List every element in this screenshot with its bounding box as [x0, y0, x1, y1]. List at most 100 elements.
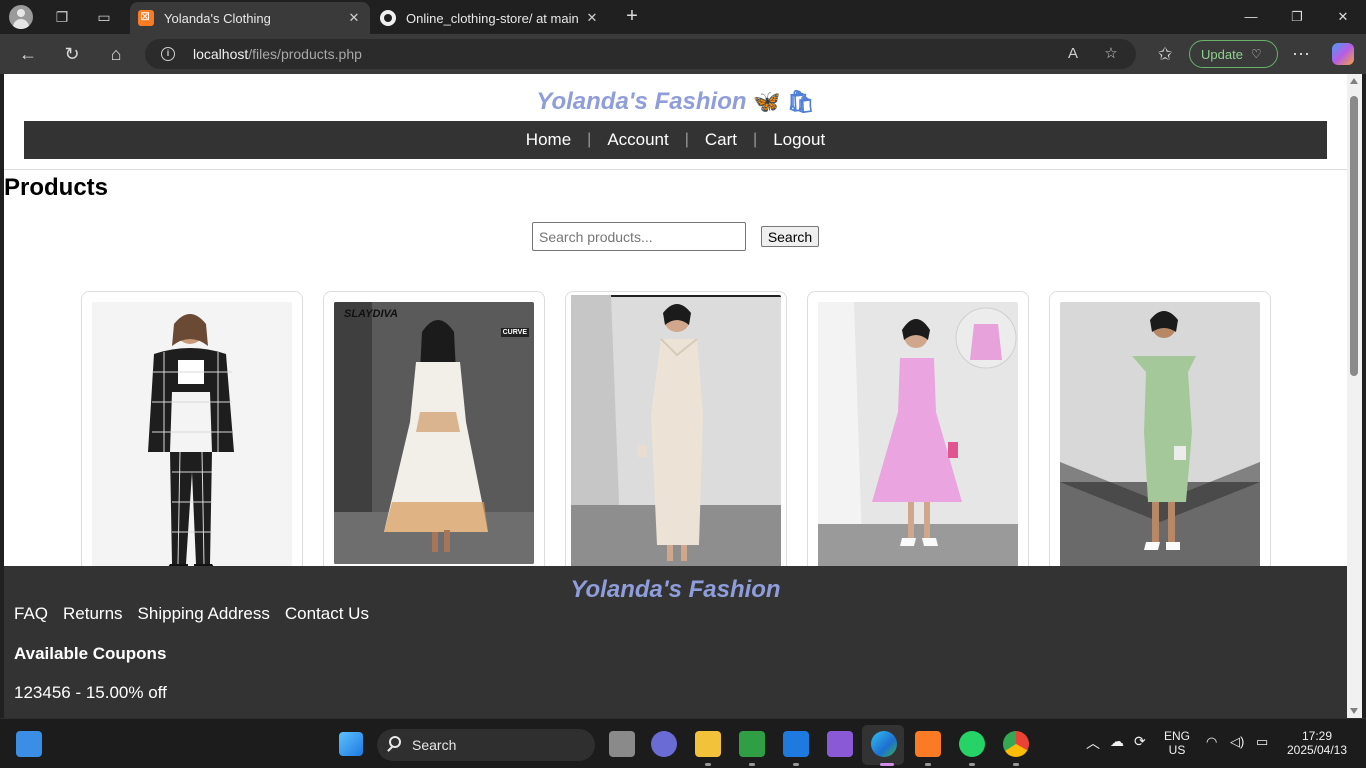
url-text[interactable]: localhost/files/products.php	[193, 46, 362, 62]
page-title: Products	[4, 174, 109, 201]
site-info-icon[interactable]: i	[161, 47, 175, 61]
close-tab-icon[interactable]: ✕	[344, 10, 364, 26]
language-indicator[interactable]: ENG US	[1160, 729, 1194, 757]
product-card[interactable]	[807, 291, 1029, 591]
coupons-heading: Available Coupons	[14, 644, 167, 663]
running-indicator	[925, 763, 931, 766]
nav-account-link[interactable]: Account	[591, 130, 684, 150]
copilot-icon[interactable]	[1332, 43, 1354, 65]
product-image-plaid-suit[interactable]	[92, 302, 292, 582]
profile-avatar-icon[interactable]	[9, 5, 33, 29]
butterfly-shopping-bag-icon: 🦋 🛍	[753, 89, 815, 114]
nav-cart-link[interactable]: Cart	[689, 130, 753, 150]
chrome-icon[interactable]	[1003, 731, 1029, 757]
scroll-up-icon[interactable]	[1350, 78, 1358, 84]
close-window-button[interactable]: ✕	[1320, 6, 1366, 28]
xampp-icon[interactable]	[915, 731, 941, 757]
product-card[interactable]	[81, 291, 303, 591]
battery-icon[interactable]: ▭	[1256, 734, 1268, 750]
product-image-sage-bodycon-dress[interactable]	[1060, 302, 1260, 582]
new-tab-button[interactable]: +	[620, 5, 644, 29]
brand-badge: SLAYDIVA	[344, 308, 398, 320]
windows-start-icon[interactable]	[339, 732, 363, 756]
product-image-white-floral-dress[interactable]: SLAYDIVA CURVE	[334, 302, 534, 564]
tab-title: Online_clothing-store/ at main · Y	[406, 10, 582, 26]
onedrive-icon[interactable]: ☁	[1110, 733, 1124, 750]
favorites-icon[interactable]: ✩	[1151, 42, 1179, 66]
product-card[interactable]: SLAYDIVA CURVE	[323, 291, 545, 591]
footer-title: Yolanda's Fashion	[570, 576, 781, 603]
reload-button[interactable]: ↻	[58, 42, 86, 66]
site-title: Yolanda's Fashion 🦋 🛍	[536, 88, 815, 115]
footer-returns-link[interactable]: Returns	[63, 604, 123, 624]
home-button[interactable]: ⌂	[102, 42, 130, 66]
favorite-star-icon[interactable]: ☆	[1100, 44, 1122, 64]
tab-github-repo[interactable]: Online_clothing-store/ at main · Y ✕	[372, 2, 608, 34]
wifi-icon[interactable]: ◠	[1206, 734, 1217, 750]
scroll-down-icon[interactable]	[1350, 708, 1358, 714]
more-menu-icon[interactable]: ⋯	[1287, 42, 1315, 66]
github-icon	[380, 10, 396, 26]
running-indicator	[793, 763, 799, 766]
curve-badge: CURVE	[500, 328, 529, 337]
task-view-icon[interactable]	[609, 731, 635, 757]
whatsapp-icon[interactable]	[959, 731, 985, 757]
back-button[interactable]: ←	[14, 42, 42, 66]
coupon-item: 123456 - 15.00% off	[14, 683, 167, 702]
browser-essentials-icon: ♡	[1250, 47, 1262, 61]
nav-logout-link[interactable]: Logout	[757, 130, 841, 150]
minimize-button[interactable]: —	[1228, 6, 1274, 28]
window-edge	[1362, 74, 1366, 718]
address-bar[interactable]: i localhost/files/products.php A ☆	[145, 39, 1136, 69]
footer-links: FAQ Returns Shipping Address Contact Us	[14, 604, 384, 624]
footer-contact-us-link[interactable]: Contact Us	[285, 604, 369, 624]
site-header: Yolanda's Fashion 🦋 🛍 Home | Account | C…	[4, 74, 1347, 170]
search-input[interactable]	[532, 222, 746, 251]
restore-button[interactable]: ❐	[1274, 6, 1320, 28]
workspaces-icon[interactable]: ❐	[49, 5, 75, 29]
read-aloud-icon[interactable]: A	[1062, 44, 1084, 64]
search-icon	[389, 736, 401, 748]
taskbar-search[interactable]: Search	[377, 729, 595, 761]
search-button[interactable]: Search	[761, 226, 819, 247]
running-indicator	[969, 763, 975, 766]
close-tab-icon[interactable]: ✕	[582, 10, 602, 26]
teams-icon[interactable]	[651, 731, 677, 757]
site-footer: Yolanda's Fashion FAQ Returns Shipping A…	[4, 566, 1347, 718]
widgets-icon[interactable]	[16, 731, 42, 757]
chevron-up-icon[interactable]: ︿	[1086, 733, 1100, 753]
running-indicator	[1013, 763, 1019, 766]
product-card[interactable]	[1049, 291, 1271, 591]
volume-icon[interactable]: ◁)	[1230, 734, 1244, 750]
footer-faq-link[interactable]: FAQ	[14, 604, 48, 624]
product-image-ivory-one-shoulder-dress[interactable]	[571, 295, 781, 585]
task-manager-icon[interactable]	[739, 731, 765, 757]
product-card[interactable]	[565, 291, 787, 591]
vertical-tabs-icon[interactable]: ▭	[91, 5, 117, 29]
browser-tab-bar: ❐ ▭ Yolanda's Clothing ✕ Online_clothing…	[0, 0, 1366, 34]
update-button[interactable]: Update ♡	[1189, 40, 1278, 68]
page-scrollbar[interactable]	[1347, 74, 1362, 718]
sync-icon[interactable]: ⟳	[1134, 733, 1146, 750]
xampp-icon	[138, 9, 154, 26]
clock[interactable]: 17:29 2025/04/13	[1282, 729, 1352, 757]
visual-studio-icon[interactable]	[827, 731, 853, 757]
web-page: Yolanda's Fashion 🦋 🛍 Home | Account | C…	[4, 74, 1347, 718]
footer-shipping-address-link[interactable]: Shipping Address	[138, 604, 270, 624]
active-indicator	[880, 763, 894, 766]
tab-title: Yolanda's Clothing	[164, 10, 271, 26]
nav-home-link[interactable]: Home	[510, 130, 587, 150]
running-indicator	[749, 763, 755, 766]
taskbar-search-label: Search	[412, 737, 457, 753]
running-indicator	[705, 763, 711, 766]
windows-taskbar: Search ︿ ☁ ⟳ ENG US ◠ ◁) ▭ 17:29 2025/04…	[0, 718, 1366, 768]
microsoft-store-icon[interactable]	[783, 731, 809, 757]
address-toolbar: ← ↻ ⌂ i localhost/files/products.php A ☆…	[0, 34, 1366, 74]
scrollbar-thumb[interactable]	[1350, 96, 1358, 376]
update-label: Update	[1201, 46, 1243, 62]
product-image-pink-midi-dress[interactable]	[818, 302, 1018, 582]
file-explorer-icon[interactable]	[695, 731, 721, 757]
main-nav: Home | Account | Cart | Logout	[24, 121, 1327, 159]
tab-yolandas-clothing[interactable]: Yolanda's Clothing ✕	[130, 2, 370, 34]
edge-browser-icon[interactable]	[871, 731, 897, 757]
